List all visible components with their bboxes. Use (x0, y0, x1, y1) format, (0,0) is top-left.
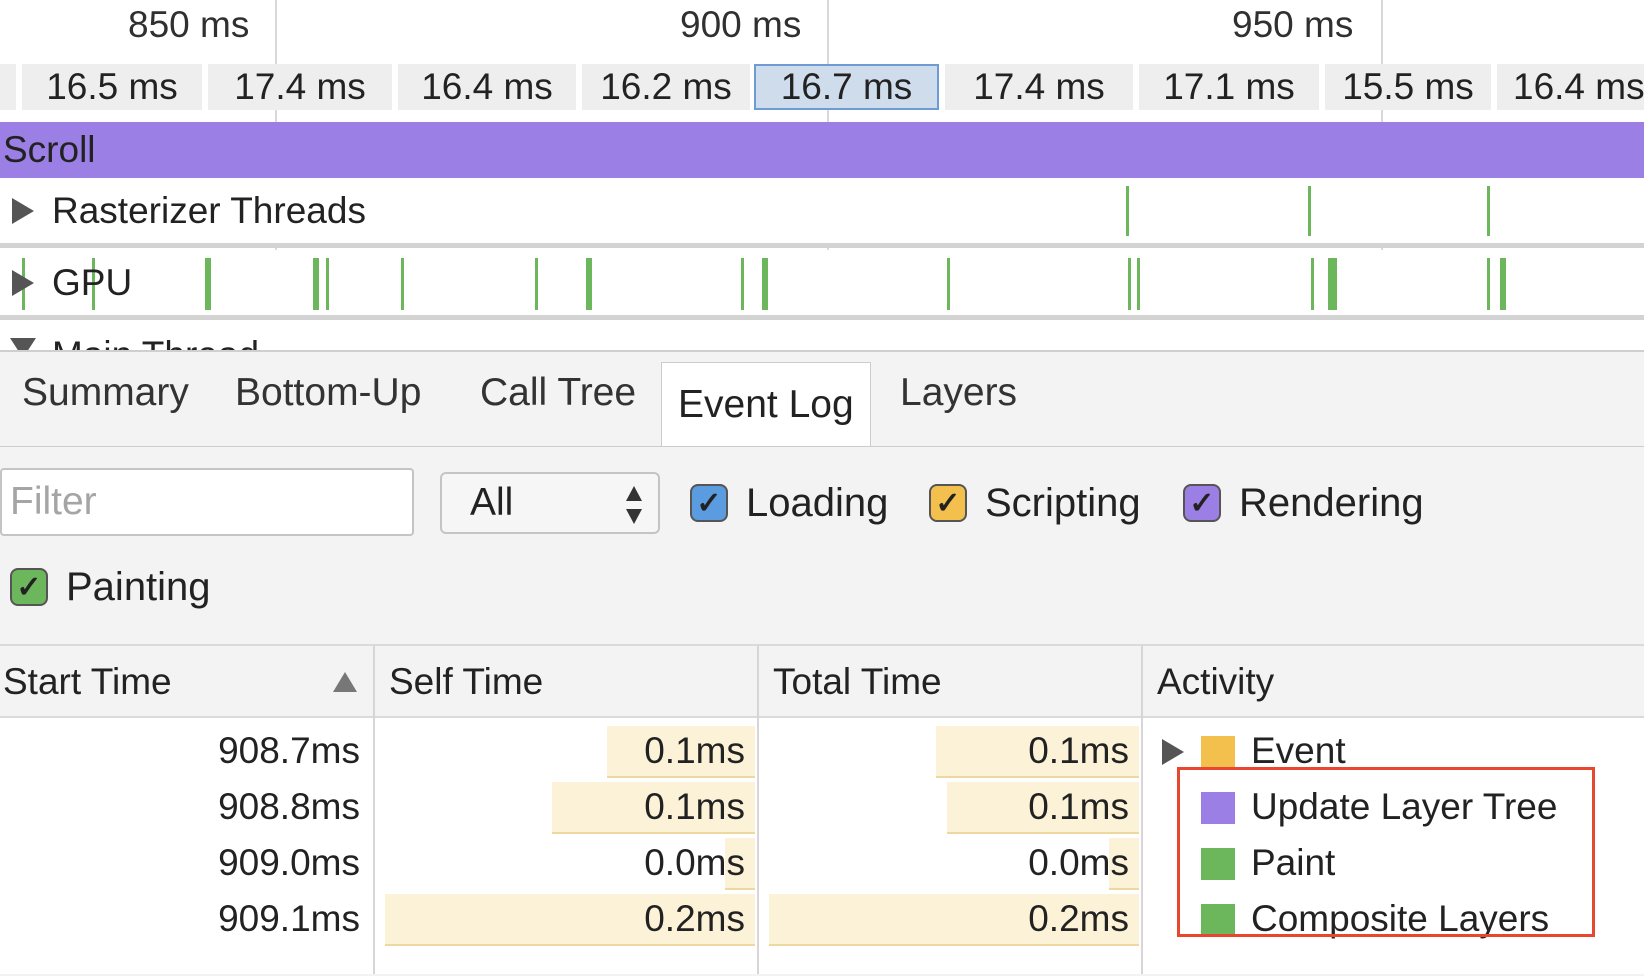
gpu-track[interactable]: GPU (0, 250, 1644, 315)
raster-event[interactable] (1308, 186, 1311, 236)
tab-layers[interactable]: Layers (884, 354, 1033, 432)
total-time-cell: 0.1ms (1028, 730, 1129, 771)
tab-divider (0, 446, 1644, 447)
column-header-start-time[interactable]: Start Time (3, 646, 363, 718)
frames-row: 16.5 ms 17.4 ms 16.4 ms 16.2 ms 16.7 ms … (0, 64, 1644, 112)
start-time-cell: 909.0ms (218, 842, 360, 883)
activity-cell: Event (1251, 730, 1346, 771)
gpu-event[interactable] (762, 258, 768, 310)
tab-call-tree[interactable]: Call Tree (464, 354, 652, 432)
gpu-event[interactable] (1128, 258, 1131, 310)
gpu-event[interactable] (741, 258, 744, 310)
checkbox-loading[interactable]: ✓ Loading (690, 473, 888, 533)
collapse-triangle-icon[interactable] (10, 338, 36, 350)
column-label: Activity (1157, 661, 1275, 702)
main-thread-track[interactable]: Main Thread (0, 322, 1644, 350)
frame-stub (0, 64, 16, 110)
track-label: Main Thread (52, 334, 259, 350)
time-label: 900 ms (680, 4, 802, 45)
column-header-total-time[interactable]: Total Time (773, 646, 942, 718)
category-color-swatch (1201, 736, 1235, 768)
checkmark-icon[interactable]: ✓ (1183, 484, 1221, 522)
frame-bar[interactable]: 17.4 ms (208, 64, 392, 110)
checkmark-icon[interactable]: ✓ (929, 484, 967, 522)
checkbox-scripting[interactable]: ✓ Scripting (929, 473, 1141, 533)
timeline-overview[interactable]: 850 ms 900 ms 950 ms 16.5 ms 17.4 ms 16.… (0, 0, 1644, 350)
frame-bar[interactable]: 17.1 ms (1139, 64, 1319, 110)
sort-ascending-icon[interactable] (331, 670, 359, 694)
select-value: All (470, 481, 514, 524)
frame-bar[interactable]: 15.5 ms (1325, 64, 1491, 110)
checkmark-icon[interactable]: ✓ (10, 568, 48, 606)
frame-bar[interactable]: 16.2 ms (582, 64, 750, 110)
checkbox-label: Scripting (985, 480, 1141, 525)
total-time-cell: 0.2ms (1028, 898, 1129, 939)
frame-bar[interactable]: 16.4 ms (1497, 64, 1644, 110)
track-label: Rasterizer Threads (52, 190, 366, 231)
column-label: Total Time (773, 661, 942, 702)
gpu-event[interactable] (401, 258, 404, 310)
filter-input[interactable] (0, 468, 414, 536)
gpu-event[interactable] (326, 258, 329, 310)
raster-event[interactable] (1126, 186, 1129, 236)
gpu-event[interactable] (1500, 258, 1506, 310)
scroll-interaction-bar[interactable]: Scroll (0, 122, 1644, 178)
start-time-cell: 908.7ms (218, 730, 360, 771)
gpu-event[interactable] (947, 258, 950, 310)
checkbox-label: Painting (66, 564, 211, 609)
checkmark-icon[interactable]: ✓ (690, 484, 728, 522)
time-label: 950 ms (1232, 4, 1354, 45)
track-separator (0, 315, 1644, 320)
rasterizer-track[interactable]: Rasterizer Threads (0, 178, 1644, 243)
gpu-event[interactable] (1137, 258, 1140, 310)
column-header-self-time[interactable]: Self Time (389, 646, 543, 718)
table-header: Start Time Self Time Total Time Activity (0, 644, 1644, 718)
select-arrows-icon (626, 486, 642, 524)
column-label: Self Time (389, 661, 544, 702)
expand-triangle-icon[interactable] (12, 198, 34, 224)
column-header-activity[interactable]: Activity (1157, 646, 1274, 718)
start-time-cell: 909.1ms (218, 898, 360, 939)
raster-event[interactable] (1487, 186, 1490, 236)
tab-event-log[interactable]: Event Log (661, 362, 871, 447)
frame-bar[interactable]: 17.4 ms (945, 64, 1133, 110)
total-time-cell: 0.0ms (1028, 842, 1129, 883)
annotation-highlight-box (1177, 767, 1595, 937)
gpu-event[interactable] (1487, 258, 1490, 310)
expand-triangle-icon[interactable] (12, 270, 34, 296)
column-divider (1141, 646, 1143, 718)
event-type-select[interactable]: All (440, 472, 660, 534)
self-time-cell: 0.0ms (644, 842, 745, 883)
gpu-event[interactable] (313, 258, 319, 310)
total-time-cell: 0.1ms (1028, 786, 1129, 827)
gpu-event[interactable] (586, 258, 592, 310)
self-time-cell: 0.1ms (644, 786, 745, 827)
gpu-event[interactable] (1328, 258, 1337, 310)
checkbox-rendering[interactable]: ✓ Rendering (1183, 473, 1424, 533)
frame-bar[interactable]: 16.5 ms (22, 64, 202, 110)
expand-triangle-icon[interactable] (1162, 739, 1184, 765)
tab-bottom-up[interactable]: Bottom-Up (219, 354, 437, 432)
column-divider (757, 646, 759, 718)
track-separator (0, 243, 1644, 248)
self-time-cell: 0.2ms (644, 898, 745, 939)
checkbox-label: Rendering (1239, 480, 1424, 525)
checkbox-painting[interactable]: ✓ Painting (10, 557, 211, 617)
gpu-event[interactable] (535, 258, 538, 310)
checkbox-label: Loading (746, 480, 889, 525)
column-label: Start Time (3, 661, 172, 702)
column-divider (373, 646, 375, 718)
frame-bar[interactable]: 16.4 ms (398, 64, 576, 110)
start-time-cell: 908.8ms (218, 786, 360, 827)
gpu-event[interactable] (1311, 258, 1314, 310)
tab-summary[interactable]: Summary (6, 354, 205, 432)
time-label: 850 ms (128, 4, 250, 45)
track-label: GPU (52, 262, 133, 303)
self-time-cell: 0.1ms (644, 730, 745, 771)
frame-bar-selected[interactable]: 16.7 ms (754, 64, 939, 110)
gpu-event[interactable] (205, 258, 211, 310)
